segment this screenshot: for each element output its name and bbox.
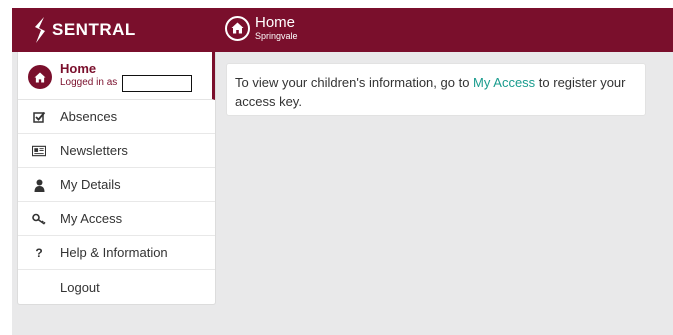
my-access-link[interactable]: My Access — [473, 75, 535, 90]
sidebar: Home Logged in as Absences Newsletters M… — [17, 52, 216, 305]
key-icon — [32, 212, 46, 226]
sidebar-item-label: My Access — [60, 211, 123, 226]
sidebar-item-label: Home — [60, 61, 97, 76]
sidebar-item-label: My Details — [60, 177, 121, 192]
sidebar-item-label: Help & Information — [60, 245, 168, 260]
page-title: Home — [255, 14, 296, 31]
question-icon: ? — [35, 246, 43, 260]
sidebar-item-newsletters[interactable]: Newsletters — [18, 134, 215, 168]
top-bar: SENTRAL Home Springvale — [12, 8, 673, 52]
sidebar-item-help[interactable]: ? Help & Information — [18, 236, 215, 270]
sidebar-item-label: Absences — [60, 109, 118, 124]
sidebar-item-absences[interactable]: Absences — [18, 100, 215, 134]
logged-in-label: Logged in as — [60, 77, 118, 88]
sidebar-item-label: Newsletters — [60, 143, 128, 158]
message-text: To view your children's information, go … — [235, 75, 474, 90]
user-icon — [32, 178, 46, 192]
redacted-username — [122, 75, 192, 92]
newspaper-icon — [32, 144, 46, 158]
info-message: To view your children's information, go … — [226, 63, 646, 116]
home-icon — [225, 15, 250, 41]
checkbox-icon — [32, 110, 46, 124]
brand[interactable]: SENTRAL — [32, 16, 136, 44]
app-frame: SENTRAL Home Springvale Home Logged in a… — [12, 8, 673, 335]
sidebar-item-home[interactable]: Home Logged in as — [18, 52, 215, 100]
page-subtitle: Springvale — [255, 31, 298, 41]
sidebar-item-logout[interactable]: Logout — [18, 270, 215, 304]
sentral-logo-icon — [32, 17, 48, 43]
home-icon — [28, 65, 52, 89]
page-header: Home Springvale — [225, 15, 298, 41]
sidebar-item-my-access[interactable]: My Access — [18, 202, 215, 236]
sidebar-item-my-details[interactable]: My Details — [18, 168, 215, 202]
brand-name: SENTRAL — [52, 20, 136, 39]
sidebar-item-label: Logout — [60, 279, 100, 295]
